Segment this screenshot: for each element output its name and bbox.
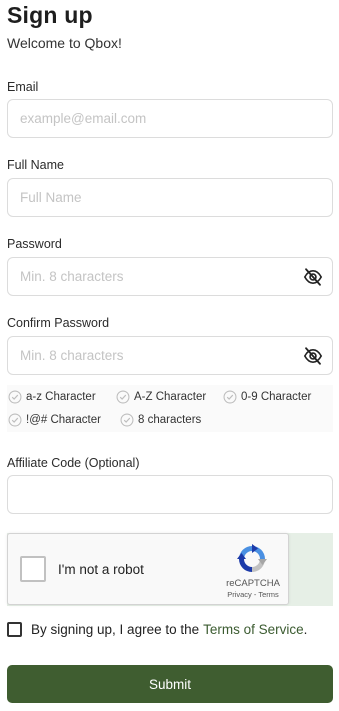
password-rule: a-z Character: [8, 389, 96, 405]
confirm-password-field-container: [7, 336, 333, 375]
email-field[interactable]: [8, 100, 332, 137]
page-title: Sign up: [7, 2, 93, 28]
terms-checkbox[interactable]: [7, 622, 22, 637]
email-label: Email: [7, 80, 39, 94]
check-circle-icon: [120, 413, 134, 427]
password-field-container: [7, 257, 333, 296]
recaptcha-checkbox[interactable]: [20, 556, 46, 582]
terms-agreement-suffix: .: [303, 622, 308, 637]
password-requirements: a-z Character A-Z Character 0-9 Characte…: [7, 385, 333, 432]
password-rule-label: 8 characters: [138, 414, 202, 426]
confirm-password-field[interactable]: [8, 337, 332, 374]
password-rule-label: A-Z Character: [134, 391, 207, 403]
full-name-field-container: [7, 178, 333, 217]
recaptcha-terms-link[interactable]: Terms: [258, 590, 278, 599]
confirm-password-label: Confirm Password: [7, 316, 110, 330]
recaptcha-widget: I'm not a robot reCAPTCHA Privacy - Term…: [7, 533, 289, 605]
affiliate-code-label: Affiliate Code (Optional): [7, 456, 140, 470]
terms-of-service-link[interactable]: Terms of Service: [203, 622, 304, 637]
check-circle-icon: [8, 413, 22, 427]
terms-agreement-text: By signing up, I agree to the: [31, 622, 200, 637]
affiliate-code-field-container: [7, 475, 333, 514]
check-circle-icon: [223, 390, 237, 404]
terms-agreement: By signing up, I agree to the Terms of S…: [7, 622, 307, 637]
password-rule: !@# Character: [8, 412, 101, 428]
password-label: Password: [7, 237, 62, 251]
eye-slash-icon[interactable]: [303, 268, 323, 286]
full-name-label: Full Name: [7, 158, 64, 172]
password-rule-label: 0-9 Character: [241, 391, 312, 403]
recaptcha-brand: reCAPTCHA: [226, 578, 280, 589]
password-rule-label: !@# Character: [26, 414, 101, 426]
email-field-container: [7, 99, 333, 138]
check-circle-icon: [8, 390, 22, 404]
affiliate-code-field[interactable]: [8, 476, 332, 513]
signup-page: Sign up Welcome to Qbox! Email Full Name…: [0, 0, 339, 711]
captcha-container: I'm not a robot reCAPTCHA Privacy - Term…: [7, 533, 333, 606]
password-field[interactable]: [8, 258, 332, 295]
recaptcha-privacy-link[interactable]: Privacy: [227, 590, 252, 599]
password-rule-label: a-z Character: [26, 391, 96, 403]
check-circle-icon: [116, 390, 130, 404]
password-rule: A-Z Character: [116, 389, 206, 405]
page-subtitle: Welcome to Qbox!: [7, 35, 122, 51]
full-name-field[interactable]: [8, 179, 332, 216]
recaptcha-links: Privacy - Terms: [219, 590, 287, 599]
submit-button[interactable]: Submit: [7, 665, 333, 703]
recaptcha-logo-icon: [237, 544, 267, 572]
password-rule: 8 characters: [120, 412, 201, 428]
recaptcha-label: I'm not a robot: [58, 562, 144, 577]
password-rule: 0-9 Character: [223, 389, 311, 405]
eye-slash-icon[interactable]: [303, 347, 323, 365]
